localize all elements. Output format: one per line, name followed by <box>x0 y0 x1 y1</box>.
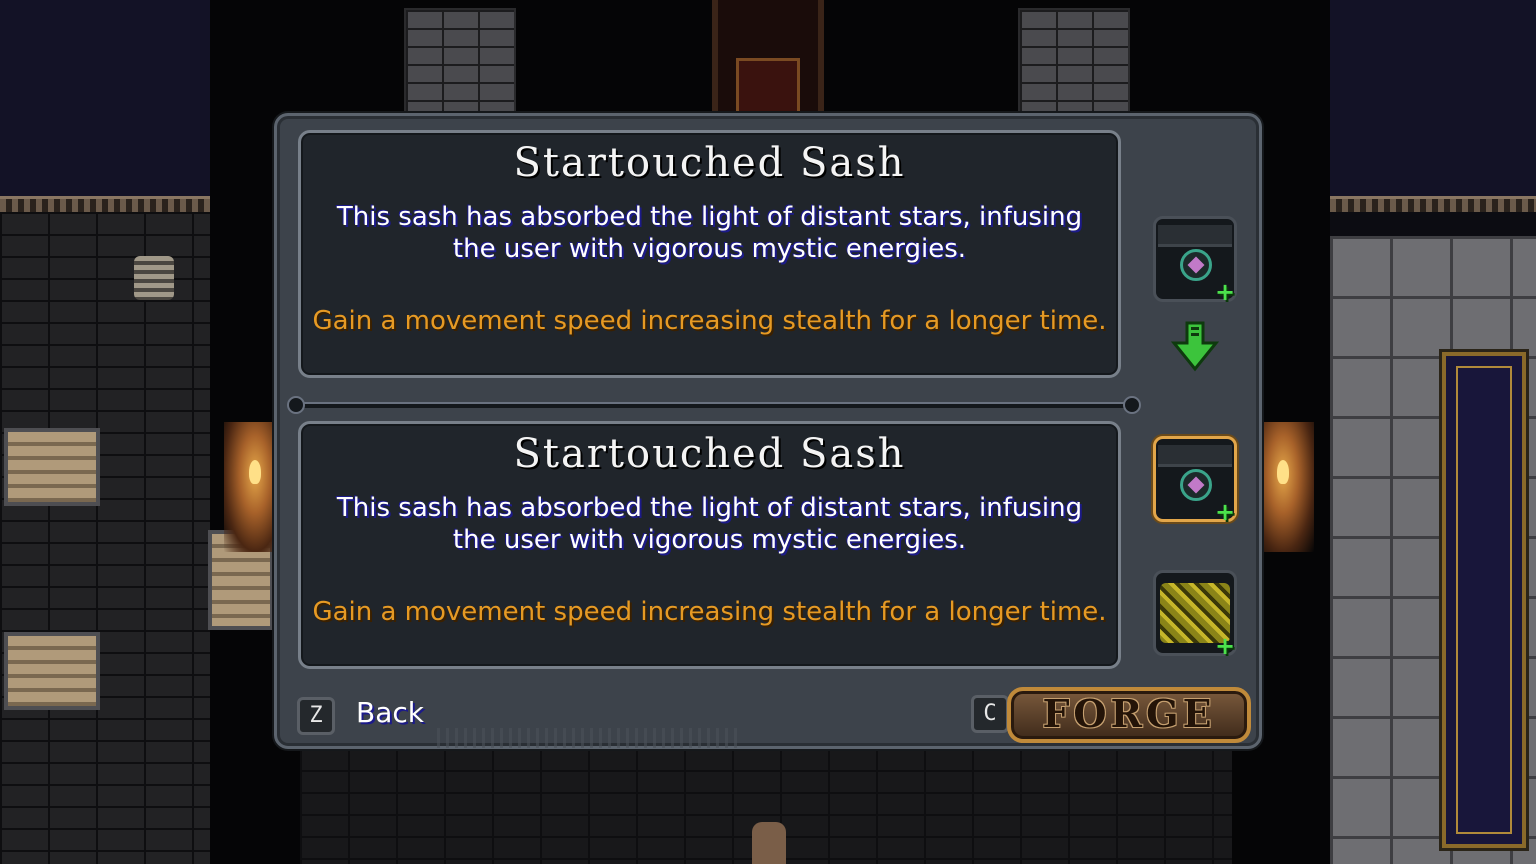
material-item-slot[interactable]: + <box>1153 570 1237 660</box>
forge-button-label: FORGE <box>1042 691 1216 736</box>
forge-button[interactable]: FORGE <box>1007 687 1251 743</box>
divider-knob-left <box>287 396 305 414</box>
night-sky-right <box>1330 0 1536 200</box>
floor-grass-decoration <box>437 728 737 748</box>
upper-item-card: Startouched Sash This sash has absorbed … <box>298 130 1121 378</box>
wooden-crate <box>4 632 100 710</box>
forge-dialog: Startouched Sash This sash has absorbed … <box>274 113 1262 749</box>
z-key-icon[interactable]: Z <box>297 697 335 735</box>
plus-icon: + <box>1214 498 1236 526</box>
doorway <box>712 0 824 115</box>
stone-pillar-left <box>404 8 516 114</box>
startouched-sash-icon <box>1180 249 1212 281</box>
startouched-sash-icon <box>1180 469 1212 501</box>
divider-knob-right <box>1123 396 1141 414</box>
brick-wall-left <box>0 212 210 864</box>
green-down-arrow-icon <box>1170 321 1220 372</box>
lower-item-description: This sash has absorbed the light of dist… <box>301 492 1118 556</box>
night-sky-left <box>0 0 210 200</box>
plus-icon: + <box>1214 632 1236 660</box>
hanging-basket <box>134 256 174 300</box>
lower-item-card: Startouched Sash This sash has absorbed … <box>298 421 1121 669</box>
upper-item-effect: Gain a movement speed increasing stealth… <box>312 306 1107 336</box>
wall-trim-right <box>1330 196 1536 212</box>
lower-description-line-1: This sash has absorbed the light of dist… <box>336 493 1083 523</box>
wall-trim-left <box>0 196 210 212</box>
wooden-crate <box>4 428 100 506</box>
upper-description-line-1: This sash has absorbed the light of dist… <box>336 202 1083 232</box>
blue-banner <box>1439 349 1529 851</box>
card-divider <box>287 396 1141 414</box>
sash-strip <box>1158 225 1232 247</box>
lower-item-name: Startouched Sash <box>513 431 906 477</box>
sash-strip <box>1158 445 1232 467</box>
player-character <box>752 822 786 864</box>
stone-pillar-right <box>1018 8 1130 114</box>
plus-icon: + <box>1214 278 1236 306</box>
back-button[interactable]: Back <box>356 696 424 729</box>
lower-description-line-2: the user with vigorous mystic energies. <box>452 525 967 555</box>
c-key-icon[interactable]: C <box>971 695 1009 733</box>
result-item-slot: + <box>1153 216 1237 306</box>
lower-item-effect: Gain a movement speed increasing stealth… <box>312 597 1107 627</box>
upper-item-description: This sash has absorbed the light of dist… <box>301 201 1118 265</box>
selected-item-slot[interactable]: + <box>1153 436 1237 526</box>
upper-description-line-2: the user with vigorous mystic energies. <box>452 234 967 264</box>
upper-item-name: Startouched Sash <box>513 140 906 186</box>
